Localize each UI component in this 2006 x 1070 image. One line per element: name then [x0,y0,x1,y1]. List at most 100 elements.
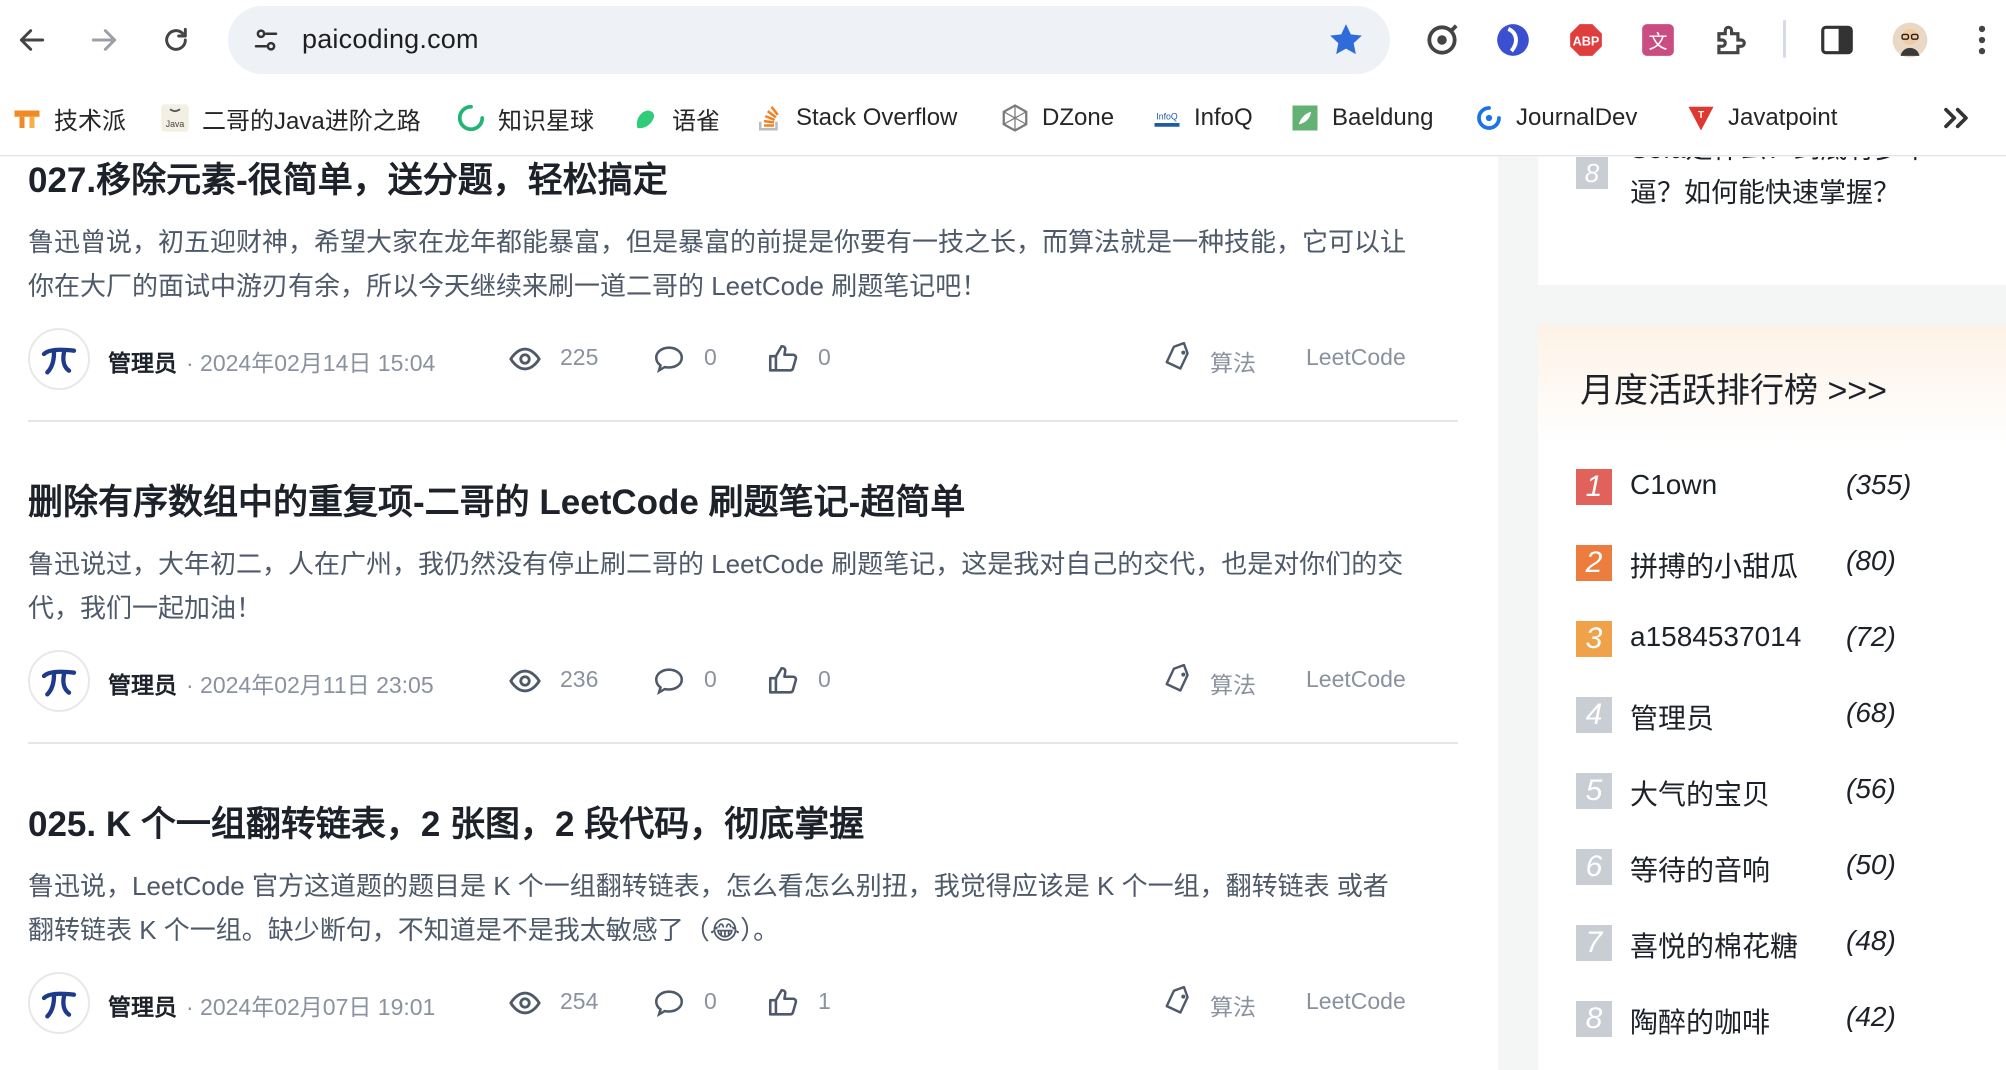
tag-category[interactable]: 算法 [1210,666,1256,700]
ranking-user-name[interactable]: 大气的宝贝 [1630,773,1770,813]
bookmark-javatpoint[interactable]: T Javatpoint [1686,98,1837,138]
stackoverflow-icon [754,103,784,133]
author-avatar[interactable] [28,650,90,712]
pi-logo-icon [41,669,77,697]
view-count: 225 [560,344,599,370]
like-count: 0 [818,344,831,370]
site-info-button[interactable] [246,20,286,60]
comment-icon[interactable] [652,986,686,1020]
bookmark-yuque[interactable]: 语雀 [630,98,720,138]
tag-icon [1165,664,1189,692]
ranking-user-name[interactable]: C1own [1630,469,1717,501]
ranking-score: (80) [1846,545,1896,576]
ranking-item[interactable]: 3 a1584537014 (72) [1576,619,1996,659]
tag-category[interactable]: 算法 [1210,344,1256,378]
bookmark-infoq[interactable]: InfoQ InfoQ [1152,98,1253,138]
article-divider [28,742,1458,744]
comment-icon[interactable] [652,664,686,698]
ranking-item[interactable]: 6 等待的音响 (50) [1576,847,1996,887]
rank-badge: 2 [1576,545,1612,581]
sync-extension-icon [1427,24,1458,55]
author-name[interactable]: 管理员 [108,666,177,700]
tag-label[interactable]: LeetCode [1306,666,1406,693]
article-title[interactable]: 025. K 个一组翻转链表，2 张图，2 段代码，彻底掌握 [28,796,1458,847]
tag-label[interactable]: LeetCode [1306,344,1406,371]
extension-translate[interactable]: 文 [1636,18,1680,62]
tag-label[interactable]: LeetCode [1306,988,1406,1015]
ranking-item[interactable]: 2 拼搏的小甜瓜 (80) [1576,543,1996,583]
rank-badge: 5 [1576,773,1612,809]
bookmark-stackoverflow[interactable]: Stack Overflow [754,98,957,138]
ranking-user-name[interactable]: 陶醉的咖啡 [1630,1001,1770,1041]
rank-badge: 7 [1576,925,1612,961]
extension-adblock[interactable]: ABP [1564,18,1608,62]
extensions-menu[interactable] [1708,18,1752,62]
extension-sync[interactable] [1420,18,1464,62]
article-item[interactable]: 删除有序数组中的重复项-二哥的 LeetCode 刷题笔记-超简单 鲁迅说过，大… [28,474,1458,744]
thumbs-up-icon[interactable] [766,664,800,698]
author-name[interactable]: 管理员 [108,988,177,1022]
ranking-item[interactable]: 1 C1own (355) [1576,467,1996,507]
pi-logo-icon [41,347,77,375]
browser-menu-button[interactable] [1960,18,2004,62]
svg-text:文: 文 [1648,31,1667,53]
puzzle-icon [1717,25,1746,55]
side-panel-button[interactable] [1815,18,1859,62]
hot-article-link[interactable]: Sofa是什么？到底有多牛 逼？如何能快速掌握？ [1630,157,1990,215]
ranking-user-name[interactable]: 喜悦的棉花糖 [1630,925,1798,965]
ranking-user-name[interactable]: 等待的音响 [1630,849,1770,889]
ranking-user-name[interactable]: 管理员 [1630,697,1714,737]
bookmark-java-road[interactable]: Java 二哥的Java进阶之路 [160,98,421,138]
ranking-score: (48) [1846,925,1896,956]
author-name[interactable]: 管理员 [108,344,177,378]
tag-icon [1165,986,1189,1014]
article-item[interactable]: 027.移除元素-很简单，送分题，轻松搞定 鲁迅曾说，初五迎财神，希望大家在龙年… [28,157,1458,422]
view-count: 254 [560,988,599,1014]
ranking-item[interactable]: 7 喜悦的棉花糖 (48) [1576,923,1996,963]
author-avatar[interactable] [28,972,90,1034]
address-bar[interactable]: paicoding.com [228,6,1390,74]
side-panel-icon [1821,25,1853,55]
ranking-title[interactable]: 月度活跃排行榜 >>> [1580,363,1887,412]
comment-icon[interactable] [652,342,686,376]
ranking-item[interactable]: 4 管理员 (68) [1576,695,1996,735]
back-button[interactable] [6,14,58,66]
url-text[interactable]: paicoding.com [302,24,479,55]
bookmark-dzone[interactable]: DZone [1000,98,1114,138]
article-title[interactable]: 027.移除元素-很简单，送分题，轻松搞定 [28,157,1458,203]
eye-icon [509,669,541,693]
ranking-user-name[interactable]: 拼搏的小甜瓜 [1630,545,1798,585]
profile-avatar-icon [1892,22,1928,58]
abp-icon: ABP [1570,24,1602,56]
bookmark-star-icon[interactable] [1326,20,1366,60]
article-meta: 管理员 · 2024年02月07日 19:01 254 0 1 算法 LeetC… [28,972,1458,1036]
ranking-user-name[interactable]: a1584537014 [1630,621,1801,653]
tag-category[interactable]: 算法 [1210,988,1256,1022]
ranking-score: (355) [1846,469,1912,500]
article-item[interactable]: 025. K 个一组翻转链表，2 张图，2 段代码，彻底掌握 鲁迅说，LeetC… [28,796,1458,1034]
reload-button[interactable] [150,14,202,66]
ranking-item[interactable]: 5 大气的宝贝 (56) [1576,771,1996,811]
bookmark-baeldung[interactable]: Baeldung [1290,98,1433,138]
bookmark-journaldev[interactable]: JournalDev [1474,98,1637,138]
forward-button[interactable] [78,14,130,66]
view-count: 236 [560,666,599,692]
article-title[interactable]: 删除有序数组中的重复项-二哥的 LeetCode 刷题笔记-超简单 [28,474,1458,525]
bookmark-zsxq[interactable]: 知识星球 [456,98,594,138]
thumbs-up-icon[interactable] [766,986,800,1020]
thumbs-up-icon[interactable] [766,342,800,376]
bookmark-paicoding[interactable]: 技术派 [12,98,126,138]
svg-text:InfoQ: InfoQ [1156,111,1178,121]
ranking-score: (68) [1846,697,1896,728]
profile-avatar[interactable] [1888,18,1932,62]
more-bookmarks-icon[interactable] [1936,98,1976,138]
zsxq-icon [456,103,486,133]
author-avatar[interactable] [28,328,90,390]
extension-arc[interactable] [1491,18,1535,62]
article-summary: 鲁迅说过，大年初二，人在广州，我仍然没有停止刷二哥的 LeetCode 刷题笔记… [28,549,1404,623]
publish-date: · 2024年02月11日 23:05 [186,672,434,698]
ranking-item[interactable]: 8 陶醉的咖啡 (42) [1576,999,1996,1039]
rank-badge: 4 [1576,697,1612,733]
reload-icon [165,27,187,51]
article-list: 027.移除元素-很简单，送分题，轻松搞定 鲁迅曾说，初五迎财神，希望大家在龙年… [0,157,1498,1070]
